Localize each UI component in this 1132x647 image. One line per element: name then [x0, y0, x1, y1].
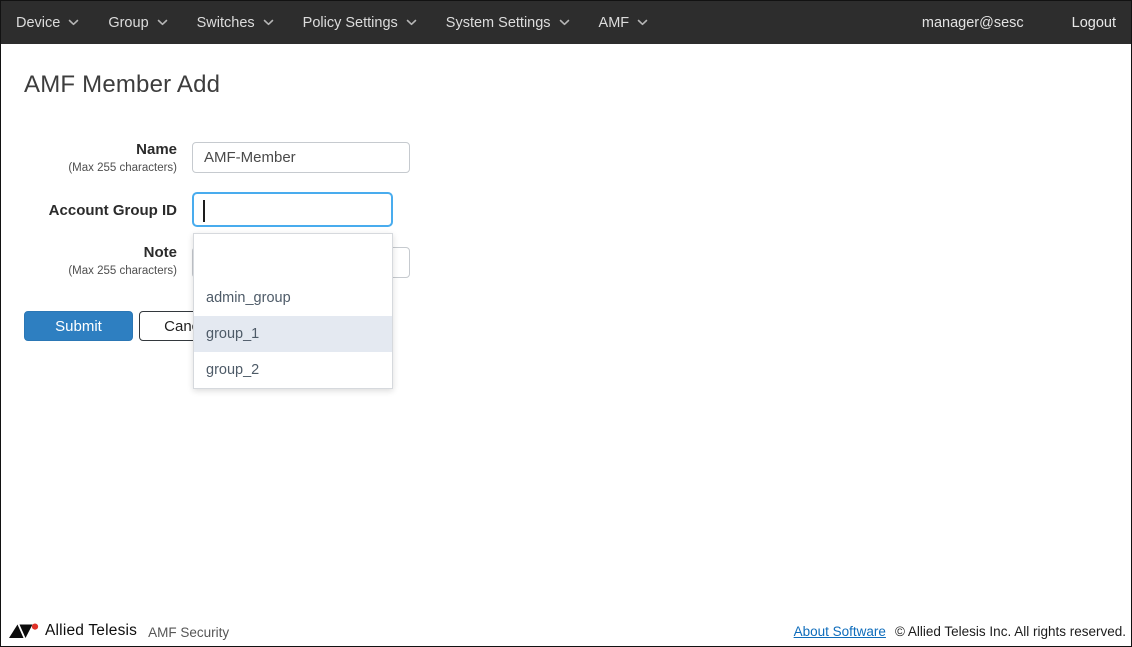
- account-group-label-group: Account Group ID: [1, 202, 177, 220]
- nav-item-label: Group: [108, 15, 148, 31]
- chevron-down-icon: [406, 19, 417, 26]
- name-label-group: Name (Max 255 characters): [1, 141, 177, 175]
- note-label: Note: [1, 244, 177, 262]
- text-cursor: [203, 200, 205, 222]
- account-group-dropdown: admin_group group_1 group_2: [193, 233, 393, 389]
- nav-item-label: Policy Settings: [303, 15, 398, 31]
- chevron-down-icon: [68, 19, 79, 26]
- nav-item-switches[interactable]: Switches: [197, 15, 274, 31]
- logout-button[interactable]: Logout: [1072, 15, 1116, 31]
- top-navbar: Device Group Switches Policy Settings: [1, 1, 1131, 44]
- allied-telesis-logo-icon: [9, 623, 39, 640]
- dropdown-option-group-1[interactable]: group_1: [194, 316, 392, 352]
- nav-item-label: Switches: [197, 15, 255, 31]
- nav-item-system-settings[interactable]: System Settings: [446, 15, 570, 31]
- footer-legal-group: About Software © Allied Telesis Inc. All…: [794, 624, 1126, 639]
- brand-name: Allied Telesis: [45, 622, 137, 640]
- name-hint: (Max 255 characters): [1, 161, 177, 175]
- nav-right: manager@sesc Logout: [922, 15, 1116, 31]
- nav-item-label: System Settings: [446, 15, 551, 31]
- footer-brand-group: Allied Telesis AMF Security: [9, 622, 229, 640]
- amf-member-add-page: Device Group Switches Policy Settings: [0, 0, 1132, 647]
- nav-item-amf[interactable]: AMF: [599, 15, 649, 31]
- nav-menu: Device Group Switches Policy Settings: [16, 15, 922, 31]
- name-input[interactable]: [192, 142, 410, 173]
- chevron-down-icon: [637, 19, 648, 26]
- account-group-label: Account Group ID: [1, 202, 177, 220]
- dropdown-option-empty[interactable]: [194, 234, 392, 280]
- note-hint: (Max 255 characters): [1, 264, 177, 278]
- nav-item-label: AMF: [599, 15, 630, 31]
- nav-item-label: Device: [16, 15, 60, 31]
- note-label-group: Note (Max 255 characters): [1, 244, 177, 278]
- product-name: AMF Security: [148, 623, 229, 640]
- chevron-down-icon: [157, 19, 168, 26]
- about-software-link[interactable]: About Software: [794, 624, 886, 639]
- chevron-down-icon: [559, 19, 570, 26]
- nav-item-group[interactable]: Group: [108, 15, 167, 31]
- copyright-text: © Allied Telesis Inc. All rights reserve…: [895, 624, 1126, 639]
- name-label: Name: [1, 141, 177, 159]
- nav-item-device[interactable]: Device: [16, 15, 79, 31]
- account-group-id-input[interactable]: [192, 192, 393, 227]
- submit-button[interactable]: Submit: [24, 311, 133, 341]
- nav-item-policy-settings[interactable]: Policy Settings: [303, 15, 417, 31]
- logged-in-user: manager@sesc: [922, 15, 1024, 31]
- page-title: AMF Member Add: [24, 71, 220, 99]
- dropdown-option-admin-group[interactable]: admin_group: [194, 280, 392, 316]
- footer: Allied Telesis AMF Security About Softwa…: [1, 619, 1131, 646]
- dropdown-option-group-2[interactable]: group_2: [194, 352, 392, 388]
- chevron-down-icon: [263, 19, 274, 26]
